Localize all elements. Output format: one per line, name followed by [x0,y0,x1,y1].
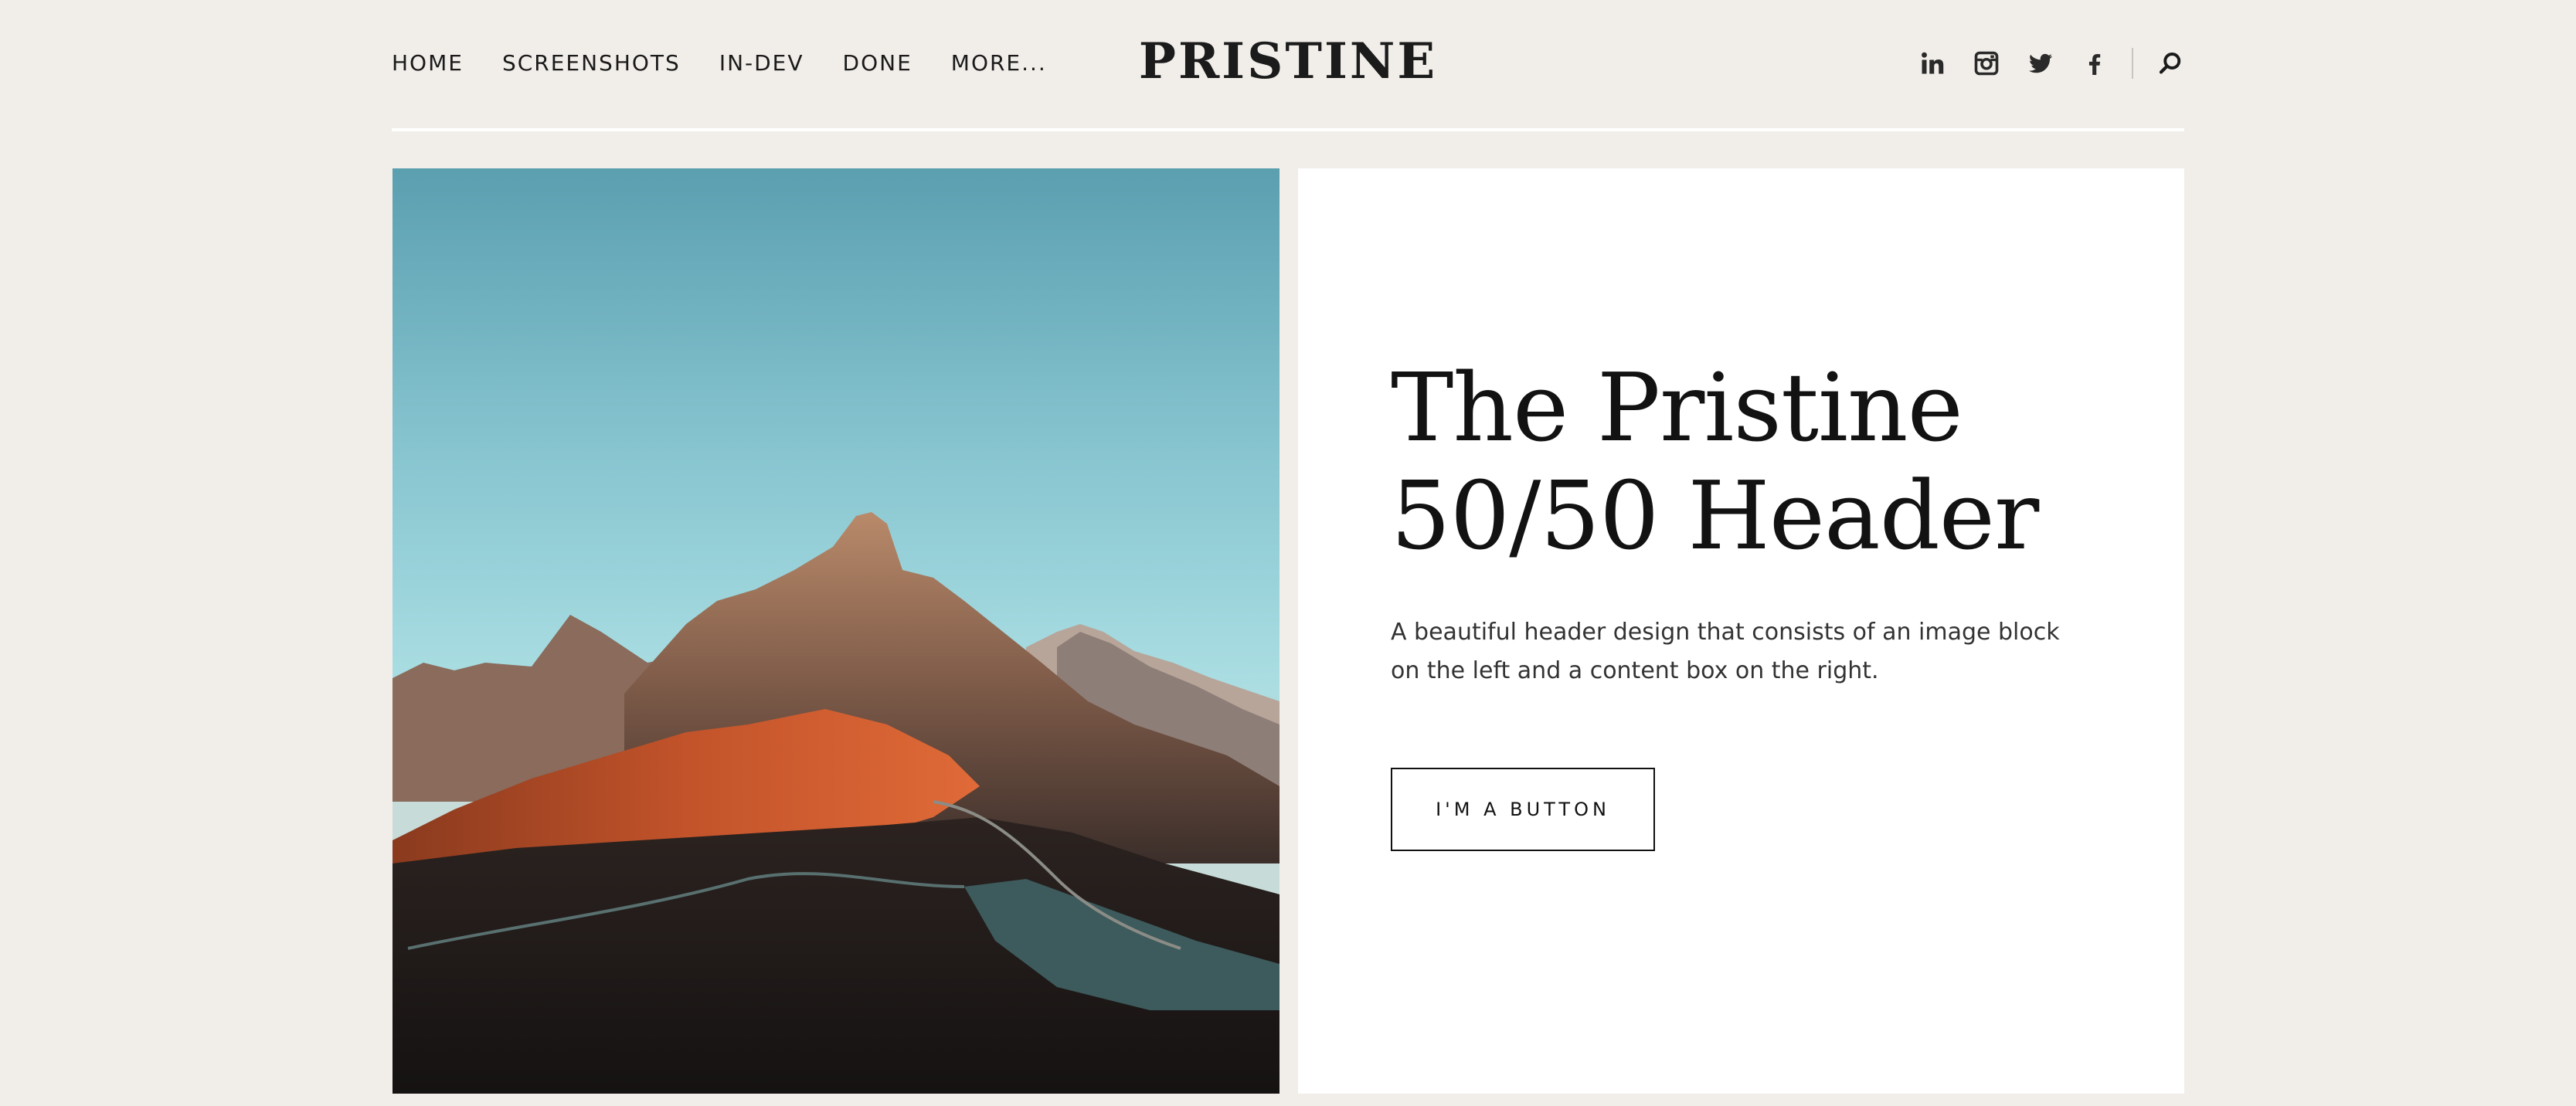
search-icon[interactable] [2156,49,2184,77]
header-divider [2132,48,2133,79]
twitter-icon[interactable] [2027,49,2054,77]
hero-title-line-2: 50/50 Header [1391,461,2039,571]
instagram-icon[interactable] [1973,49,2000,77]
site-header: HOME SCREENSHOTS IN-DEV DONE MORE... PRI… [392,0,2184,131]
site-logo[interactable]: PRISTINE [392,32,2184,91]
hero-content: The Pristine 50/50 Header A beautiful he… [1391,354,2086,851]
hero-title-line-1: The Pristine [1391,353,1963,463]
hero-cta-button[interactable]: I'M A BUTTON [1391,768,1655,851]
hero-mountain-image [393,168,1280,1094]
social-links [1918,45,2184,82]
hero-title: The Pristine 50/50 Header [1391,354,2086,570]
hero-description: A beautiful header design that consists … [1391,619,2060,684]
hero-content-box: The Pristine 50/50 Header A beautiful he… [1298,168,2184,1094]
linkedin-icon[interactable] [1918,49,1946,77]
header-rule [392,128,2184,131]
facebook-icon[interactable] [2081,49,2109,77]
